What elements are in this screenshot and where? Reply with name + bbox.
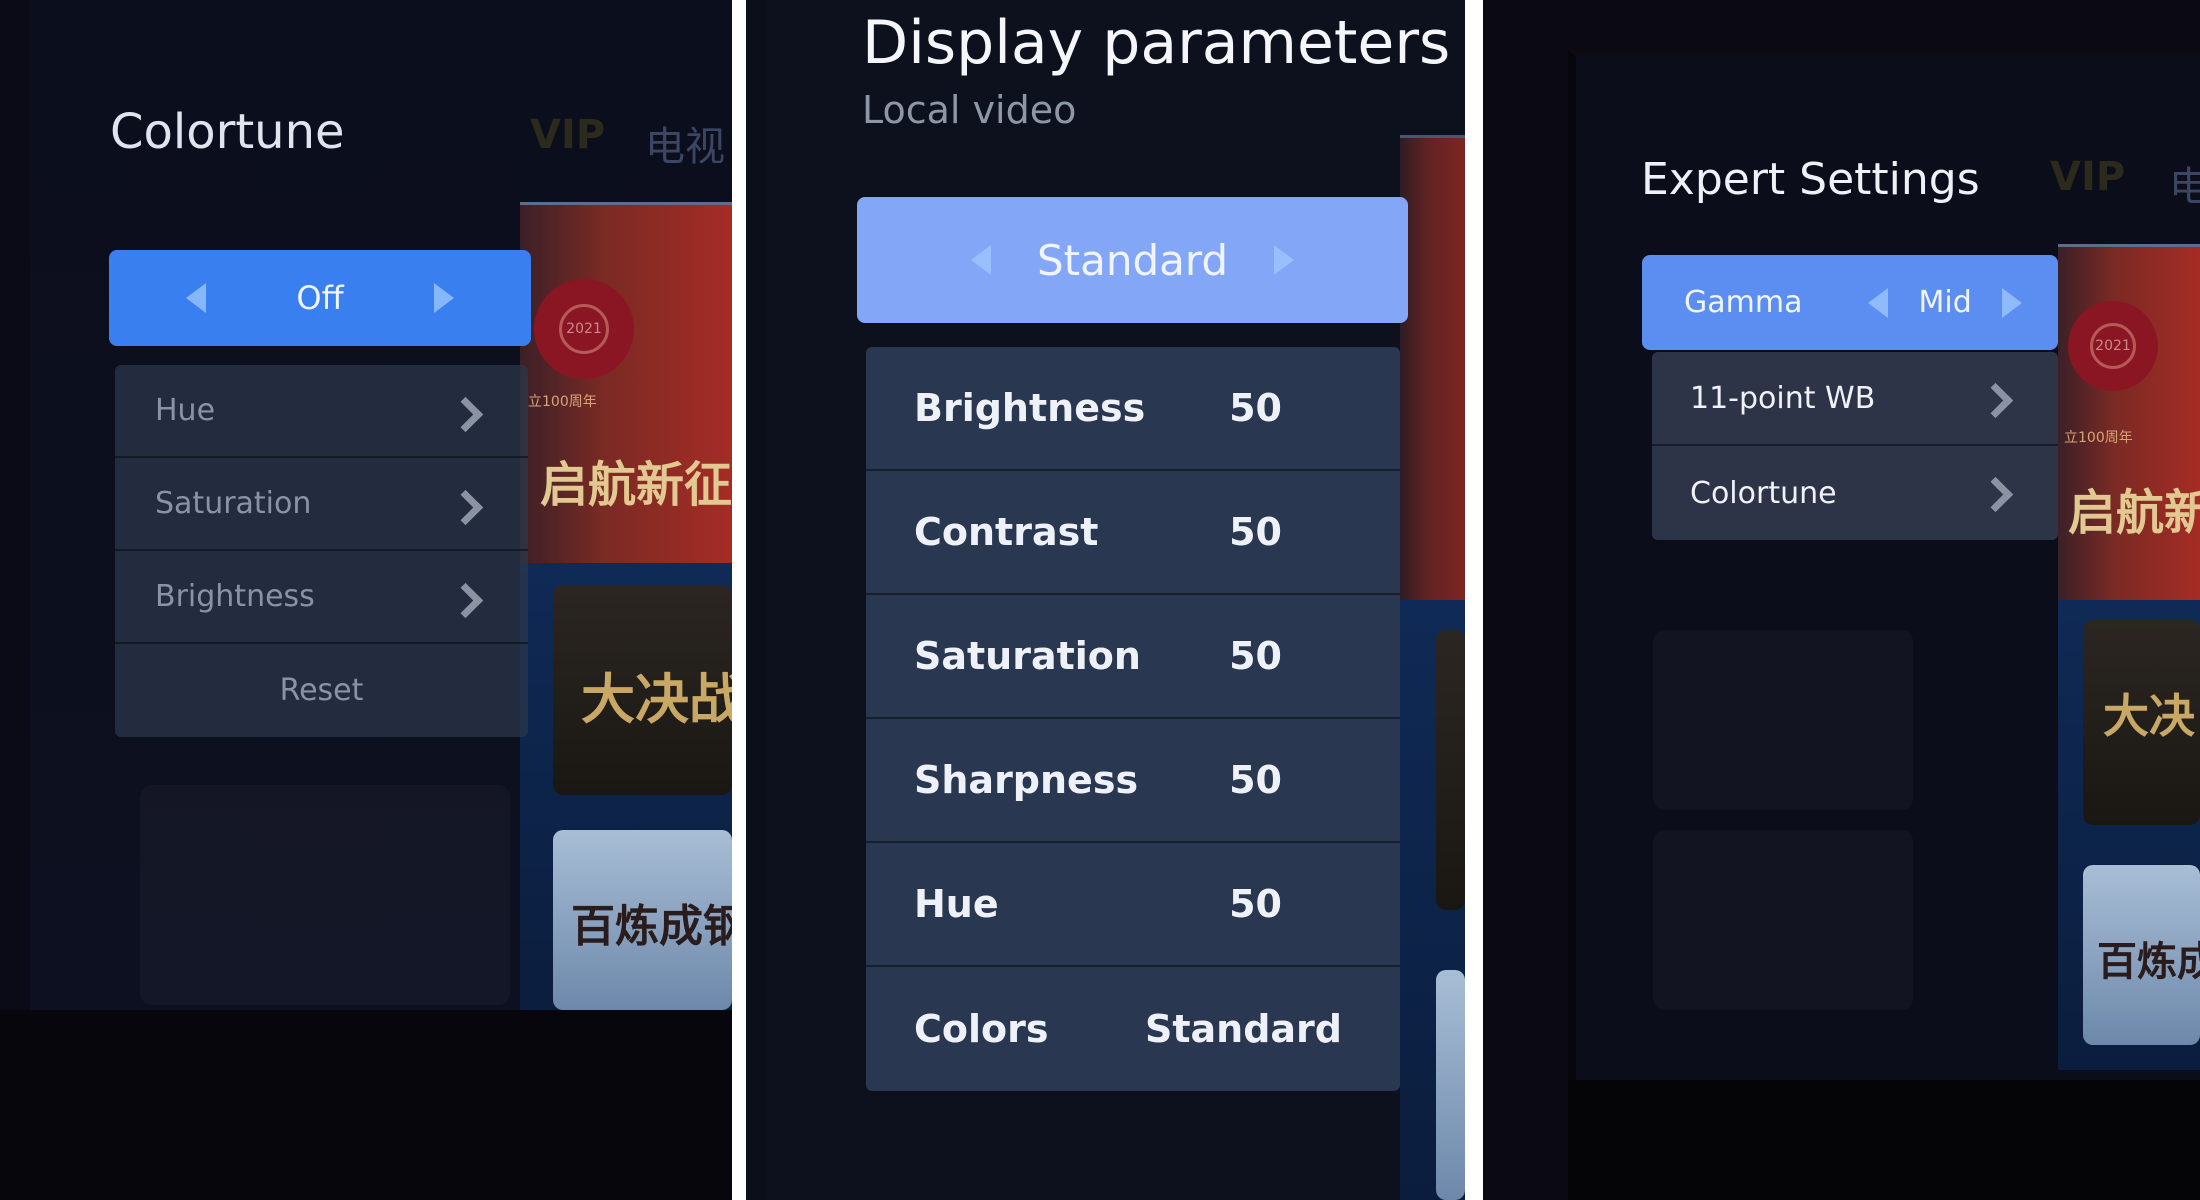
menu-item-label: Brightness xyxy=(914,386,1146,430)
arrow-left-icon[interactable] xyxy=(186,283,207,313)
menu-item-value: Standard xyxy=(1144,1007,1342,1051)
poster-1: 大决战 xyxy=(553,585,732,795)
menu-item-label: Colortune xyxy=(1690,475,1837,511)
reset-label: Reset xyxy=(279,673,364,708)
menu-item-label: 11-point WB xyxy=(1690,380,1876,416)
poster-1: 大决 xyxy=(2083,620,2200,825)
tv-bezel xyxy=(1568,1080,2200,1200)
menu-item-colors[interactable]: Colors Standard xyxy=(866,967,1400,1091)
banner-subtitle: 立100周年 xyxy=(2064,430,2133,446)
arrow-right-icon[interactable] xyxy=(433,283,454,313)
picture-mode-selector[interactable]: Standard xyxy=(857,197,1408,323)
menu-item-label: Hue xyxy=(914,882,999,926)
banner-year: 2021 xyxy=(559,304,609,354)
menu-item-label: Saturation xyxy=(155,486,312,521)
arrow-left-icon[interactable] xyxy=(1868,287,1889,318)
mode-value: Off xyxy=(296,279,344,317)
page-title: Colortune xyxy=(110,104,345,160)
chevron-right-icon xyxy=(447,489,484,526)
background-card xyxy=(1653,630,1913,810)
gamma-selector[interactable]: Gamma Mid xyxy=(1642,255,2058,350)
menu-item-brightness[interactable]: Brightness 50 xyxy=(866,347,1400,471)
poster-1-title: 大决战 xyxy=(581,668,732,731)
poster-2-title: 百炼成钢 xyxy=(571,901,732,952)
banner-subtitle: 立100周年 xyxy=(528,394,597,410)
menu-item-sharpness[interactable]: Sharpness 50 xyxy=(866,719,1400,843)
display-parameters-panel: Display parameters Local video Standard … xyxy=(746,0,1465,1200)
nav-tv: 电视 xyxy=(645,124,725,170)
expert-settings-panel: VIP 电 2021 立100周年 启航新 大决 百炼成 Expert Sett… xyxy=(1483,0,2200,1200)
menu-item-value: 50 xyxy=(1229,386,1282,430)
menu-item-saturation[interactable]: Saturation 50 xyxy=(866,595,1400,719)
menu-item-label: Contrast xyxy=(914,510,1099,554)
poster-2: 百炼成 xyxy=(2083,865,2200,1045)
banner-slogan: 启航新 xyxy=(2068,485,2200,541)
menu-item-hue[interactable]: Hue xyxy=(115,365,528,458)
menu-item-value: 50 xyxy=(1229,758,1282,802)
menu-item-value: 50 xyxy=(1229,634,1282,678)
menu-item-label: Brightness xyxy=(155,579,315,614)
menu-item-label: Colors xyxy=(914,1007,1049,1051)
menu-item-contrast[interactable]: Contrast 50 xyxy=(866,471,1400,595)
poster-2: 百炼成钢 xyxy=(553,830,732,1010)
banner-year: 2021 xyxy=(2090,323,2136,369)
expert-settings-menu: 11-point WB Colortune xyxy=(1652,352,2058,540)
menu-item-value: 50 xyxy=(1229,510,1282,554)
chevron-right-icon xyxy=(447,396,484,433)
mode-value: Standard xyxy=(1036,235,1229,285)
arrow-right-icon[interactable] xyxy=(1274,245,1295,275)
menu-item-label: Hue xyxy=(155,393,216,428)
reset-button[interactable]: Reset xyxy=(115,644,528,737)
arrow-left-icon[interactable] xyxy=(970,245,991,275)
chevron-right-icon xyxy=(447,582,484,619)
menu-item-label: Saturation xyxy=(914,634,1141,678)
gamma-label: Gamma xyxy=(1684,285,1803,320)
background-card xyxy=(140,785,510,1005)
menu-item-colortune[interactable]: Colortune xyxy=(1652,446,2058,540)
page-title: Display parameters xyxy=(862,8,1451,78)
featured-banner: 2021 立100周年 启航新 xyxy=(2058,244,2200,605)
gamma-value: Mid xyxy=(1918,285,1972,320)
menu-item-11-point-wb[interactable]: 11-point WB xyxy=(1652,352,2058,446)
menu-item-label: Sharpness xyxy=(914,758,1139,802)
anniversary-disc: 2021 xyxy=(2068,301,2158,391)
nav-tv: 电 xyxy=(2169,164,2200,210)
poster-2-title: 百炼成 xyxy=(2097,939,2200,985)
tv-bezel xyxy=(0,1010,732,1200)
display-parameters-menu: Brightness 50 Contrast 50 Saturation 50 … xyxy=(866,347,1400,1091)
banner-slogan: 启航新征 xyxy=(540,457,732,513)
poster-1-title: 大决 xyxy=(2103,689,2195,743)
anniversary-disc: 2021 xyxy=(534,279,634,379)
arrow-right-icon[interactable] xyxy=(2001,287,2022,318)
nav-vip: VIP xyxy=(2050,154,2126,200)
poster-1 xyxy=(1436,630,1465,910)
colortune-mode-selector[interactable]: Off xyxy=(109,250,531,346)
nav-vip: VIP xyxy=(530,112,606,158)
menu-item-value: 50 xyxy=(1229,882,1282,926)
page-title: Expert Settings xyxy=(1641,154,1980,205)
featured-banner: 2021 立100周年 启航新征 xyxy=(520,202,732,566)
menu-item-saturation[interactable]: Saturation xyxy=(115,458,528,551)
page-subtitle: Local video xyxy=(862,88,1077,132)
menu-item-brightness[interactable]: Brightness xyxy=(115,551,528,644)
colortune-menu: Hue Saturation Brightness Reset xyxy=(115,365,528,737)
featured-banner xyxy=(1400,135,1465,606)
menu-item-hue[interactable]: Hue 50 xyxy=(866,843,1400,967)
chevron-right-icon xyxy=(1977,382,2014,419)
colortune-panel: VIP 电视 2021 立100周年 启航新征 大决战 百炼成钢 Colortu… xyxy=(0,0,732,1200)
background-card xyxy=(1653,830,1913,1010)
chevron-right-icon xyxy=(1977,476,2014,513)
poster-2 xyxy=(1436,970,1465,1200)
